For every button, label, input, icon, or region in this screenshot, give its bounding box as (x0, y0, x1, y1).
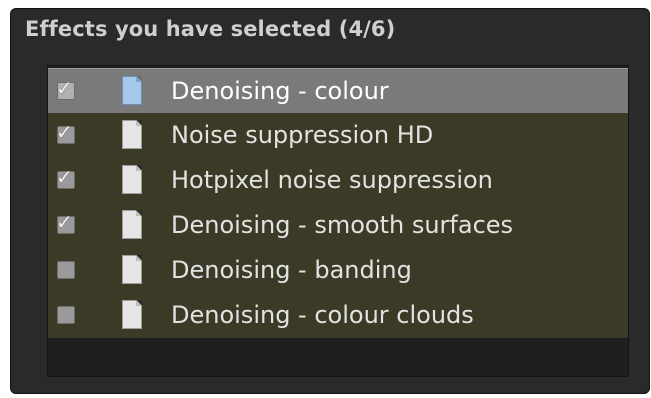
list-item[interactable]: Denoising - banding (48, 248, 628, 293)
document-icon (122, 210, 142, 239)
checkmark-icon: ✓ (56, 120, 73, 144)
list-item[interactable]: ✓ Hotpixel noise suppression (48, 158, 628, 203)
checkbox-unchecked[interactable] (57, 261, 75, 279)
list-item[interactable]: ✓ Denoising - smooth surfaces (48, 203, 628, 248)
effects-rows: ✓ Denoising - colour ✓ Noise suppression HD… (48, 68, 628, 338)
document-icon (122, 120, 142, 149)
document-icon (122, 165, 142, 194)
list-item-label: Hotpixel noise suppression (171, 166, 493, 194)
document-icon (122, 300, 142, 329)
document-icon (122, 255, 142, 284)
checkmark-icon: ✓ (56, 210, 73, 234)
list-item-label: Denoising - smooth surfaces (171, 211, 514, 239)
checkbox-checked[interactable]: ✓ (56, 210, 75, 234)
document-icon (122, 76, 142, 105)
list-item-label: Denoising - colour clouds (171, 301, 474, 329)
effects-list[interactable]: ✓ Denoising - colour ✓ Noise suppression HD… (47, 65, 629, 377)
checkbox-checked[interactable]: ✓ (56, 165, 75, 189)
checkbox-unchecked[interactable] (57, 306, 75, 324)
list-item[interactable]: ✓ Noise suppression HD (48, 113, 628, 158)
list-item[interactable]: Denoising - colour clouds (48, 293, 628, 338)
panel-title: Effects you have selected (4/6) (25, 17, 396, 41)
list-item-label: Noise suppression HD (171, 121, 434, 149)
list-item[interactable]: ✓ Denoising - colour (48, 68, 628, 113)
checkbox-checked[interactable]: ✓ (56, 120, 75, 144)
checkmark-icon: ✓ (56, 165, 73, 189)
checkmark-icon: ✓ (56, 76, 73, 100)
list-item-label: Denoising - colour (171, 77, 389, 105)
effects-panel: Effects you have selected (4/6) ✓ Denoisi… (10, 8, 650, 394)
list-item-label: Denoising - banding (171, 256, 412, 284)
checkbox-checked[interactable]: ✓ (56, 76, 75, 100)
